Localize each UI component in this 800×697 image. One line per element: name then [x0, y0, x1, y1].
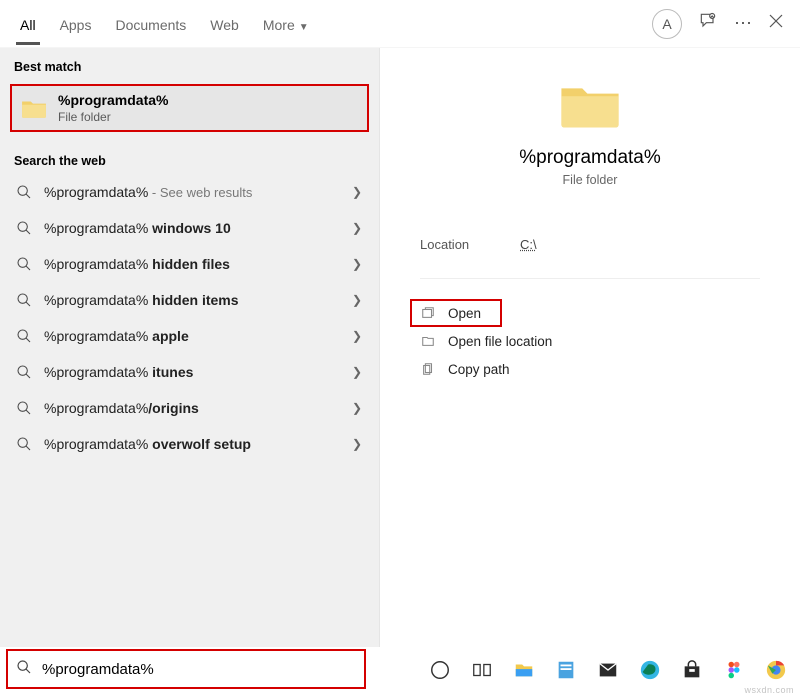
chevron-right-icon: ❯ — [349, 329, 365, 343]
chevron-right-icon: ❯ — [349, 401, 365, 415]
web-result-0[interactable]: %programdata% - See web results❯ — [0, 174, 379, 210]
web-result-2[interactable]: %programdata% hidden files❯ — [0, 246, 379, 282]
chevron-right-icon: ❯ — [349, 437, 365, 451]
taskbar-store-icon[interactable] — [678, 656, 706, 684]
chevron-right-icon: ❯ — [349, 257, 365, 271]
action-label: Open file location — [448, 334, 552, 349]
taskbar-cortana-icon[interactable] — [426, 656, 454, 684]
folder-icon — [20, 94, 48, 122]
location-label: Location — [420, 237, 520, 252]
search-icon — [14, 290, 34, 310]
chevron-right-icon: ❯ — [349, 293, 365, 307]
action-icon — [420, 333, 436, 349]
chevron-down-icon: ▼ — [299, 22, 309, 33]
tab-web[interactable]: Web — [198, 3, 251, 45]
search-input[interactable] — [40, 660, 356, 679]
more-icon[interactable]: ⋯ — [734, 13, 752, 34]
tab-apps[interactable]: Apps — [48, 3, 104, 45]
search-web-label: Search the web — [0, 142, 379, 174]
taskbar-mail-icon[interactable] — [594, 656, 622, 684]
web-result-text: %programdata% overwolf setup — [44, 436, 349, 452]
action-icon — [420, 305, 436, 321]
taskbar-explorer-icon[interactable] — [510, 656, 538, 684]
chevron-right-icon: ❯ — [349, 221, 365, 235]
chevron-right-icon: ❯ — [349, 365, 365, 379]
action-label: Open — [448, 306, 481, 321]
search-icon — [14, 254, 34, 274]
action-label: Copy path — [448, 362, 510, 377]
search-icon — [14, 362, 34, 382]
best-match-label: Best match — [0, 48, 379, 80]
location-value[interactable]: C:\ — [520, 237, 537, 252]
web-result-1[interactable]: %programdata% windows 10❯ — [0, 210, 379, 246]
tab-documents[interactable]: Documents — [103, 3, 198, 45]
close-icon[interactable] — [768, 13, 784, 34]
action-icon — [420, 361, 436, 377]
chevron-right-icon: ❯ — [349, 185, 365, 199]
folder-icon-large — [400, 78, 780, 135]
web-result-7[interactable]: %programdata% overwolf setup❯ — [0, 426, 379, 462]
watermark: wsxdn.com — [744, 685, 794, 695]
divider — [420, 278, 760, 279]
taskbar-edge-icon[interactable] — [636, 656, 664, 684]
web-result-text: %programdata% hidden items — [44, 292, 349, 308]
action-open-file-location[interactable]: Open file location — [410, 327, 770, 355]
web-result-text: %programdata% itunes — [44, 364, 349, 380]
action-open[interactable]: Open — [410, 299, 502, 327]
preview-title: %programdata% — [400, 147, 780, 169]
search-icon — [16, 659, 32, 680]
search-icon — [14, 398, 34, 418]
web-result-3[interactable]: %programdata% hidden items❯ — [0, 282, 379, 318]
search-icon — [14, 218, 34, 238]
best-match-subtitle: File folder — [58, 110, 168, 124]
web-result-text: %programdata% - See web results — [44, 184, 349, 200]
best-match-result[interactable]: %programdata% File folder — [10, 84, 369, 132]
web-result-text: %programdata% hidden files — [44, 256, 349, 272]
search-box[interactable] — [6, 649, 366, 689]
feedback-icon[interactable] — [698, 11, 718, 36]
web-result-6[interactable]: %programdata%/origins❯ — [0, 390, 379, 426]
best-match-title: %programdata% — [58, 92, 168, 108]
web-result-text: %programdata% windows 10 — [44, 220, 349, 236]
search-icon — [14, 182, 34, 202]
web-result-4[interactable]: %programdata% apple❯ — [0, 318, 379, 354]
search-icon — [14, 434, 34, 454]
tab-more[interactable]: More▼ — [251, 3, 321, 45]
search-icon — [14, 326, 34, 346]
taskbar-figma-icon[interactable] — [720, 656, 748, 684]
avatar[interactable]: A — [652, 9, 682, 39]
taskbar-notepad-icon[interactable] — [552, 656, 580, 684]
web-result-text: %programdata% apple — [44, 328, 349, 344]
preview-subtitle: File folder — [400, 173, 780, 187]
taskbar-taskview-icon[interactable] — [468, 656, 496, 684]
web-result-text: %programdata%/origins — [44, 400, 349, 416]
web-result-5[interactable]: %programdata% itunes❯ — [0, 354, 379, 390]
taskbar-chrome-icon[interactable] — [762, 656, 790, 684]
tab-all[interactable]: All — [8, 3, 48, 45]
action-copy-path[interactable]: Copy path — [410, 355, 770, 383]
